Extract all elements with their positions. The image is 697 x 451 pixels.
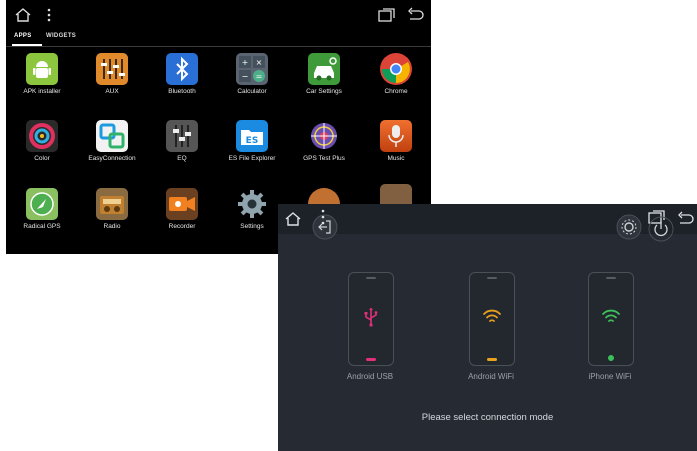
connection-mode-screen: Android USB Android WiFi iPhone WiFi Ple… — [278, 204, 697, 451]
radical-gps-icon — [26, 188, 58, 220]
active-tab-indicator — [12, 44, 42, 46]
app-label: Car Settings — [306, 88, 342, 95]
phone-speaker — [366, 277, 376, 279]
app-label: Recorder — [168, 223, 196, 230]
app-label: ES File Explorer — [228, 155, 276, 162]
app-label: Bluetooth — [168, 88, 196, 95]
svg-text:=: = — [256, 72, 263, 81]
usb-icon — [364, 307, 378, 327]
back-icon[interactable] — [406, 7, 424, 23]
settings-icon[interactable] — [616, 214, 642, 240]
app-easyconnection[interactable]: EasyConnection — [82, 120, 142, 162]
connection-prompt: Please select connection mode — [421, 412, 554, 423]
app-recorder[interactable]: Recorder — [152, 188, 212, 230]
phone-speaker — [606, 277, 616, 279]
phone-speaker — [487, 277, 497, 279]
mode-label-android-wifi: Android WiFi — [468, 372, 514, 381]
app-apk-installer[interactable]: APK installer — [12, 53, 72, 95]
wifi-icon — [602, 309, 620, 322]
gps-test-icon — [308, 120, 340, 152]
gear-icon — [236, 188, 268, 220]
app-eq[interactable]: EQ — [152, 120, 212, 162]
recorder-icon — [166, 188, 198, 220]
app-label: Chrome — [384, 88, 408, 95]
app-color[interactable]: Color — [12, 120, 72, 162]
more-vert-icon[interactable] — [46, 7, 52, 23]
app-label: GPS Test Plus — [303, 155, 345, 162]
more-vert-icon[interactable] — [320, 208, 326, 226]
home-icon[interactable] — [284, 210, 302, 228]
app-label: Music — [387, 155, 405, 162]
app-label: EasyConnection — [88, 155, 136, 162]
app-label: Color — [34, 155, 50, 162]
app-chrome[interactable]: Chrome — [366, 53, 426, 95]
app-aux[interactable]: AUX — [82, 53, 142, 95]
mode-android-wifi[interactable] — [469, 272, 515, 366]
drawer-tabs: APPS WIDGETS — [6, 30, 431, 47]
tab-apps[interactable]: APPS — [14, 33, 32, 39]
svg-text:ES: ES — [246, 136, 259, 146]
app-car-settings[interactable]: Car Settings — [294, 53, 354, 95]
eq-icon — [166, 120, 198, 152]
calculator-icon: + × − = — [236, 53, 268, 85]
multitask-icon[interactable] — [378, 7, 396, 23]
app-radio[interactable]: Radio — [82, 188, 142, 230]
home-icon[interactable] — [14, 7, 32, 23]
home-button — [608, 355, 614, 361]
mode-label-iphone-wifi: iPhone WiFi — [588, 372, 632, 381]
svg-text:−: − — [242, 72, 249, 81]
es-file-explorer-icon: ES — [236, 120, 268, 152]
app-gps-test-plus[interactable]: GPS Test Plus — [294, 120, 354, 162]
app-label: EQ — [177, 155, 187, 162]
app-es-file-explorer[interactable]: ES ES File Explorer — [222, 120, 282, 162]
color-icon — [26, 120, 58, 152]
easyconnection-icon — [96, 120, 128, 152]
tab-widgets[interactable]: WIDGETS — [46, 33, 76, 39]
app-settings[interactable]: Settings — [222, 188, 282, 230]
aux-sliders-icon — [96, 53, 128, 85]
chrome-icon — [380, 53, 412, 85]
bluetooth-icon — [166, 53, 198, 85]
app-label: Radical GPS — [23, 223, 61, 230]
app-label: APK installer — [23, 88, 61, 95]
android-icon — [26, 53, 58, 85]
app-radical-gps[interactable]: Radical GPS — [12, 188, 72, 230]
wifi-icon — [483, 309, 501, 322]
music-icon — [380, 120, 412, 152]
svg-text:+: + — [242, 58, 249, 67]
app-label: AUX — [105, 88, 119, 95]
mode-iphone-wifi[interactable] — [588, 272, 634, 366]
app-calculator[interactable]: + × − = Calculator — [222, 53, 282, 95]
back-icon[interactable] — [676, 210, 694, 228]
app-music[interactable]: Music — [366, 120, 426, 162]
svg-text:×: × — [256, 58, 263, 67]
app-label: Settings — [240, 223, 264, 230]
connection-top-bar — [278, 204, 697, 242]
app-label: Radio — [103, 223, 121, 230]
home-indicator — [487, 358, 497, 361]
mode-android-usb[interactable] — [348, 272, 394, 366]
mode-label-android-usb: Android USB — [346, 372, 394, 381]
radio-icon — [96, 188, 128, 220]
app-label: Calculator — [237, 88, 267, 95]
app-bluetooth[interactable]: Bluetooth — [152, 53, 212, 95]
car-settings-icon — [308, 53, 340, 85]
home-indicator — [366, 358, 376, 361]
power-icon[interactable] — [648, 216, 674, 242]
drawer-top-bar — [6, 0, 431, 30]
